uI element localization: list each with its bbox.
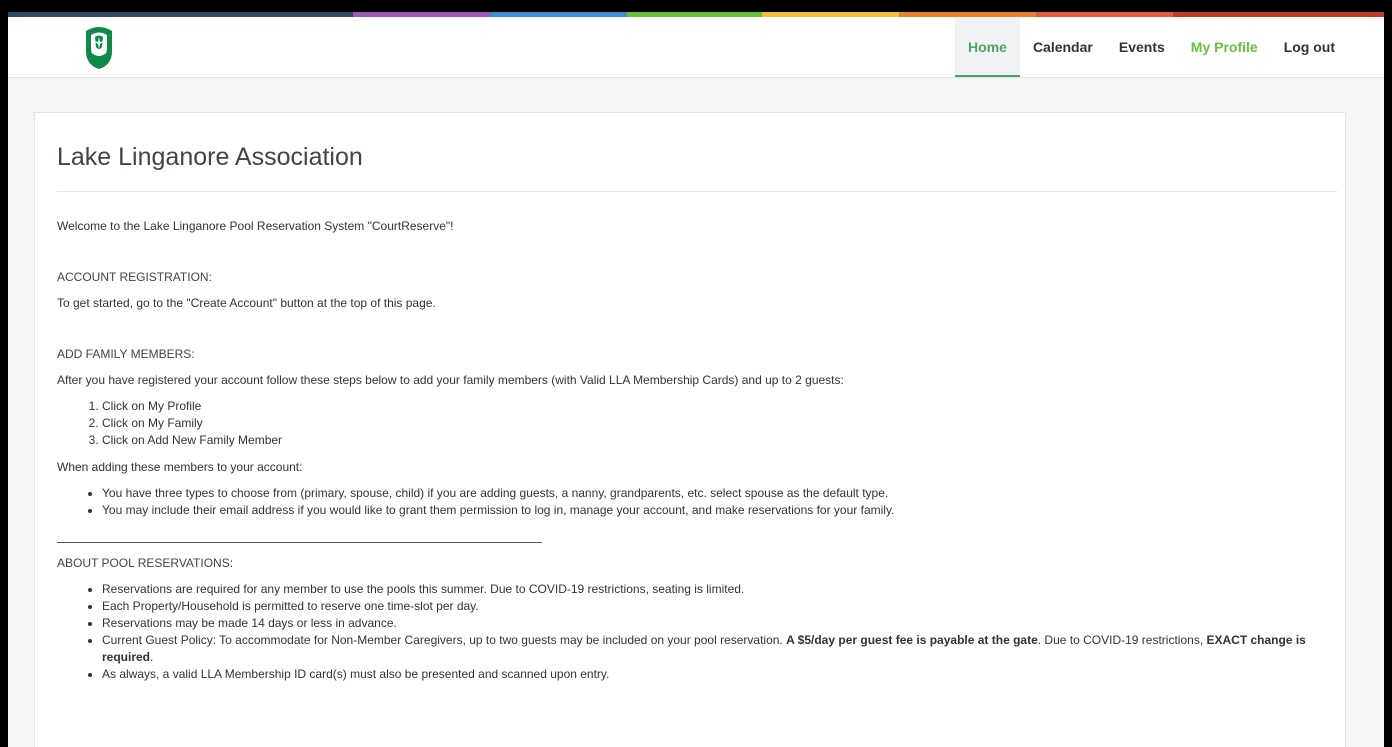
list-item: Click on My Profile [102,398,1337,415]
list-item: As always, a valid LLA Membership ID car… [102,666,1337,683]
nav-events[interactable]: Events [1106,17,1178,77]
pool-rules-bullets: Reservations are required for any member… [57,581,1337,683]
pool-reservations-heading: ABOUT POOL RESERVATIONS: [57,556,234,570]
main-nav: Home Calendar Events My Profile Log out [955,17,1348,77]
nav-calendar[interactable]: Calendar [1020,17,1106,77]
list-item: You have three types to choose from (pri… [102,485,1337,502]
list-item: Each Property/Household is permitted to … [102,598,1337,615]
nav-home[interactable]: Home [955,17,1020,77]
announcement-body: Welcome to the Lake Linganore Pool Reser… [57,218,1337,683]
list-item: Click on My Family [102,415,1337,432]
list-item: Click on Add New Family Member [102,432,1337,449]
list-item: Reservations may be made 14 days or less… [102,615,1337,632]
account-registration-heading: ACCOUNT REGISTRATION: [57,270,212,284]
add-family-steps: Click on My Profile Click on My Family C… [57,398,1337,449]
list-item: Reservations are required for any member… [102,581,1337,598]
browser-page: Home Calendar Events My Profile Log out … [8,12,1384,747]
lake-linganore-logo-icon[interactable] [82,25,116,69]
top-navbar: Home Calendar Events My Profile Log out [8,17,1384,78]
content-card: Lake Linganore Association Welcome to th… [34,112,1346,747]
when-adding-text: When adding these members to your accoun… [57,460,303,474]
page-title: Lake Linganore Association [57,143,363,171]
list-item: You may include their email address if y… [102,502,1337,519]
guest-policy-item: Current Guest Policy: To accommodate for… [102,632,1337,666]
welcome-text: Welcome to the Lake Linganore Pool Reser… [57,219,454,233]
add-family-intro: After you have registered your account f… [57,373,844,387]
nav-my-profile[interactable]: My Profile [1178,17,1271,77]
member-type-bullets: You have three types to choose from (pri… [57,485,1337,519]
add-family-heading: ADD FAMILY MEMBERS: [57,347,195,361]
title-divider [57,191,1337,192]
account-registration-text: To get started, go to the "Create Accoun… [57,296,436,310]
guest-fee-text: A $5/day per guest fee is payable at the… [786,633,1038,647]
nav-log-out[interactable]: Log out [1271,17,1348,77]
